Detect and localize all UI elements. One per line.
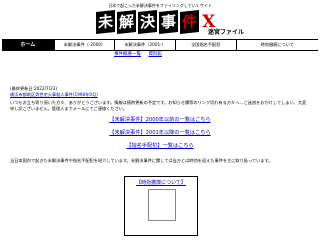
about-paragraph: 当日本国内で起きた未解決事件や指名手配犯を紹介しています。未解決事件に関しては当… <box>10 158 273 163</box>
logo-char-4: 事 <box>159 10 179 34</box>
sub-nav: 事件概要一覧 資料館 <box>114 51 168 57</box>
banner-image[interactable] <box>148 189 176 221</box>
nav-statute[interactable]: 時効撤廃について <box>237 40 318 50</box>
main-content: (最終更新日:2022/7/23) 横浜市都筑区男性宅火事殺人事件(1998年9… <box>10 86 310 111</box>
subnav-case-list[interactable]: 事件概要一覧 <box>114 52 141 57</box>
logo-char-3: 決 <box>138 10 158 34</box>
link-wanted[interactable]: 【指名手配犯】一覧はこちら <box>126 143 193 149</box>
nav-home[interactable]: ホーム <box>2 40 55 50</box>
page: 日本で起こった未解決事件をファイリングしていくサイト 未 解 決 事 件 X 迷… <box>0 0 320 240</box>
logo-char-1: 未 <box>96 10 116 34</box>
latest-case-link[interactable]: 横浜市都筑区男性宅火事殺人事件(1998年9月) <box>10 92 98 97</box>
nav-unsolved-post2001[interactable]: 未解決事件（2001-） <box>115 40 176 50</box>
site-logo[interactable]: 未 解 決 事 件 X <box>96 9 215 35</box>
intro-paragraph: いつもお立ち寄り頂いた方々、ありがとうございます。情報は随時更新の予定です。お知… <box>10 100 307 111</box>
link-post2001[interactable]: 【未解決事件】2001年以降の一覧はこちら <box>109 130 210 136</box>
logo-char-2: 解 <box>117 10 137 34</box>
logo-char-5: 件 <box>180 10 200 34</box>
logo-subtitle: 迷宮ファイル <box>208 29 245 36</box>
nav-wanted[interactable]: 全国指名手配犯 <box>176 40 237 50</box>
nav-unsolved-pre2000[interactable]: 未解決事件（-2000） <box>55 40 116 50</box>
banner-title[interactable]: 【時効撤廃について】 <box>125 179 197 186</box>
subnav-archive[interactable]: 資料館 <box>148 52 162 57</box>
link-pre2000-row: 【未解決事件】2000年以前の一覧はこちら <box>10 116 310 123</box>
link-post2001-row: 【未解決事件】2001年以降の一覧はこちら <box>10 129 310 136</box>
statute-banner[interactable]: 【時効撤廃について】 <box>124 176 198 236</box>
link-pre2000[interactable]: 【未解決事件】2000年以前の一覧はこちら <box>109 117 210 123</box>
main-nav: ホーム 未解決事件（-2000） 未解決事件（2001-） 全国指名手配犯 時効… <box>2 39 318 51</box>
link-wanted-row: 【指名手配犯】一覧はこちら <box>10 142 310 149</box>
